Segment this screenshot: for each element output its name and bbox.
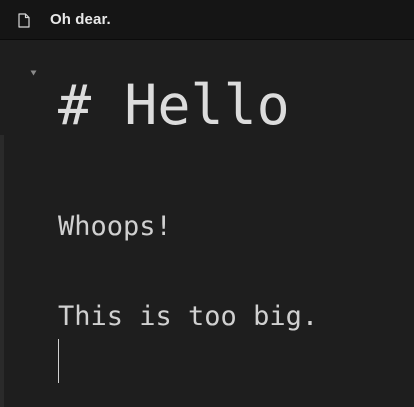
editor-window: Oh dear. # Hello Whoops! This is too big… xyxy=(0,0,414,407)
editor-content[interactable]: # Hello Whoops! This is too big. xyxy=(58,0,414,407)
fold-triangle-icon[interactable] xyxy=(30,70,37,76)
left-gutter-edge xyxy=(0,135,4,407)
text-line-whoops[interactable]: Whoops! xyxy=(58,210,172,244)
heading-line[interactable]: # Hello xyxy=(58,72,290,138)
text-cursor xyxy=(58,339,59,383)
text-line-too-big[interactable]: This is too big. xyxy=(58,300,318,334)
document-icon xyxy=(18,13,30,28)
